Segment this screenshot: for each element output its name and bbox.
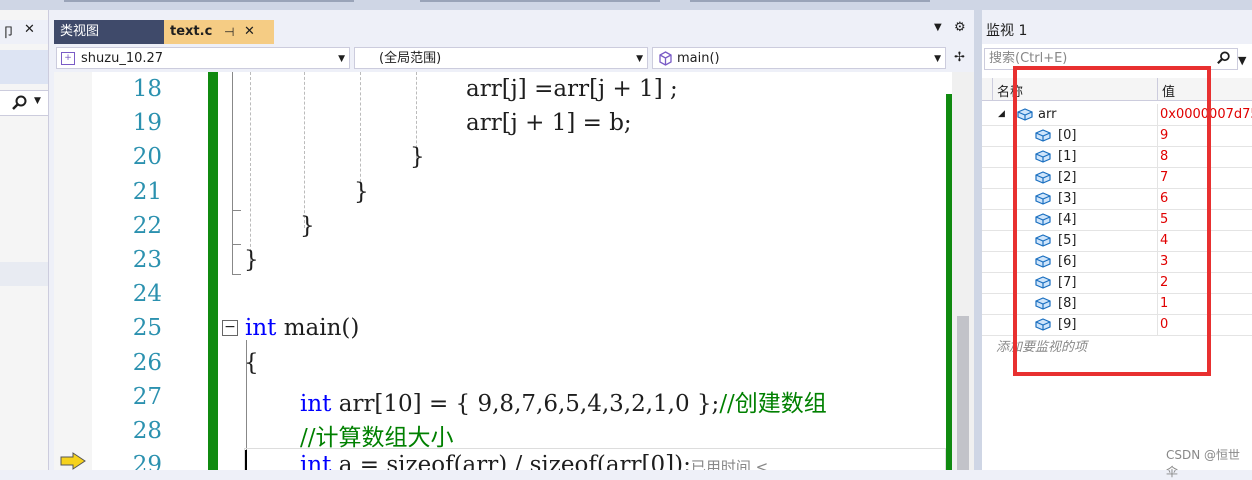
top-strip bbox=[0, 0, 1252, 10]
strip-line bbox=[420, 0, 660, 2]
code-line-25: int main() bbox=[245, 315, 359, 341]
tab-text-c[interactable]: text.c ⊣ ✕ bbox=[164, 20, 274, 44]
line-number: 25 bbox=[132, 315, 162, 341]
gear-icon[interactable]: ⚙ bbox=[954, 20, 966, 35]
chevron-down-icon[interactable]: ▼ bbox=[636, 48, 643, 70]
split-editor-icon[interactable]: ✢ bbox=[954, 50, 965, 65]
tab-dropdown-icon[interactable]: ▼ bbox=[934, 22, 942, 33]
line-number: 19 bbox=[132, 110, 162, 136]
code-line-20: } bbox=[410, 144, 425, 170]
left-panel-search[interactable]: ▼ bbox=[0, 90, 48, 116]
code-line-21: } bbox=[354, 179, 369, 205]
code-line-29: int a = sizeof(arr) / sizeof(arr[0]);已用时… bbox=[300, 452, 768, 470]
code-text: a = sizeof(arr) / sizeof(arr[0]); bbox=[331, 452, 691, 470]
code-line-28: //计算数组大小 bbox=[300, 418, 454, 452]
collapse-triangle-icon[interactable]: ◢ bbox=[998, 104, 1005, 125]
project-icon: + bbox=[61, 52, 75, 65]
line-number: 27 bbox=[132, 384, 162, 410]
left-panel-row[interactable] bbox=[0, 262, 48, 286]
watch-title-label: 监视 1 bbox=[986, 23, 1028, 39]
vertical-scrollbar[interactable] bbox=[952, 72, 974, 470]
chevron-down-icon[interactable]: ▼ bbox=[934, 48, 941, 70]
outline-bracket bbox=[232, 214, 241, 245]
function-label: main() bbox=[677, 51, 720, 66]
editor-tab-bar: 类视图 text.c ⊣ ✕ ▼ ⚙ bbox=[54, 18, 974, 44]
code-editor[interactable]: 18 19 20 21 22 23 24 25 26 27 28 29 − ar… bbox=[54, 72, 974, 470]
code-line-27: int arr[10] = { 9,8,7,6,5,4,3,2,1,0 };//… bbox=[300, 384, 827, 418]
change-tracking-bar bbox=[208, 72, 218, 470]
line-number: 26 bbox=[132, 350, 162, 376]
line-number: 21 bbox=[132, 179, 162, 205]
line-number: 22 bbox=[132, 213, 162, 239]
keyword: int bbox=[245, 315, 277, 341]
collapse-toggle[interactable]: − bbox=[222, 320, 238, 336]
code-line-18: arr[j] =arr[j + 1] ; bbox=[466, 76, 678, 102]
close-icon[interactable]: ✕ bbox=[244, 20, 255, 44]
watermark: CSDN @恒世伞 bbox=[1166, 448, 1241, 479]
strip-line bbox=[690, 0, 930, 2]
search-icon[interactable] bbox=[12, 95, 28, 111]
chevron-down-icon[interactable]: ▼ bbox=[1238, 54, 1246, 67]
line-number: 20 bbox=[132, 144, 162, 170]
code-line-23: } bbox=[244, 247, 259, 273]
line-number: 29 bbox=[132, 452, 162, 470]
scope-label: (全局范围) bbox=[379, 51, 442, 66]
pin-icon[interactable]: ⊣ bbox=[224, 20, 234, 44]
tab-label: text.c bbox=[170, 24, 213, 39]
function-dropdown[interactable]: main() ▼ bbox=[652, 47, 946, 69]
close-icon[interactable]: ✕ bbox=[24, 22, 35, 37]
left-panel: 卩 ✕ ▼ bbox=[0, 10, 49, 470]
tab-label: 类视图 bbox=[60, 24, 100, 39]
pin-icon[interactable]: 卩 bbox=[2, 22, 15, 41]
code-line-19: arr[j + 1] = b; bbox=[466, 110, 632, 136]
line-number: 23 bbox=[132, 247, 162, 273]
keyword: int bbox=[300, 452, 332, 470]
indent-guide bbox=[360, 72, 361, 192]
function-cube-icon bbox=[659, 51, 672, 66]
line-number: 24 bbox=[132, 281, 162, 307]
chevron-down-icon[interactable]: ▼ bbox=[338, 48, 345, 70]
scrollbar-thumb[interactable] bbox=[957, 316, 969, 470]
code-text: main() bbox=[276, 315, 360, 341]
code-line-26: { bbox=[244, 350, 259, 376]
left-panel-selected-row[interactable] bbox=[0, 50, 48, 84]
strip-line bbox=[64, 0, 354, 2]
code-text: arr[10] = { 9,8,7,6,5,4,3,2,1,0 }; bbox=[331, 391, 720, 417]
indicator-margin[interactable] bbox=[54, 72, 92, 470]
search-icon[interactable] bbox=[1217, 51, 1231, 65]
left-panel-header: 卩 ✕ bbox=[0, 20, 48, 44]
highlight-annotation-box bbox=[1013, 66, 1211, 376]
project-label: shuzu_10.27 bbox=[81, 51, 164, 66]
text-caret bbox=[245, 450, 247, 470]
code-comment: //创建数组 bbox=[719, 391, 827, 417]
watch-search-placeholder: 搜索(Ctrl+E) bbox=[989, 51, 1068, 66]
navigation-bar: + shuzu_10.27 ▼ (全局范围) ▼ main() ▼ ✢ bbox=[54, 44, 974, 73]
panel-splitter[interactable] bbox=[974, 10, 982, 470]
project-dropdown[interactable]: + shuzu_10.27 ▼ bbox=[56, 47, 350, 69]
scope-dropdown[interactable]: (全局范围) ▼ bbox=[354, 47, 648, 69]
code-line-22: } bbox=[300, 213, 315, 239]
perf-tip[interactable]: 已用时间 < bbox=[691, 458, 768, 470]
indent-guide bbox=[250, 72, 251, 262]
indent-guide bbox=[304, 72, 305, 228]
watch-title: 监视 1 bbox=[982, 18, 1252, 44]
chevron-down-icon[interactable]: ▼ bbox=[34, 96, 41, 106]
line-number: 28 bbox=[132, 418, 162, 444]
line-number: 18 bbox=[132, 76, 162, 102]
column-divider[interactable] bbox=[992, 78, 993, 100]
current-statement-arrow-icon bbox=[60, 452, 86, 470]
tab-class-view[interactable]: 类视图 bbox=[54, 20, 170, 44]
outline-bracket bbox=[232, 180, 241, 211]
keyword: int bbox=[300, 391, 332, 417]
